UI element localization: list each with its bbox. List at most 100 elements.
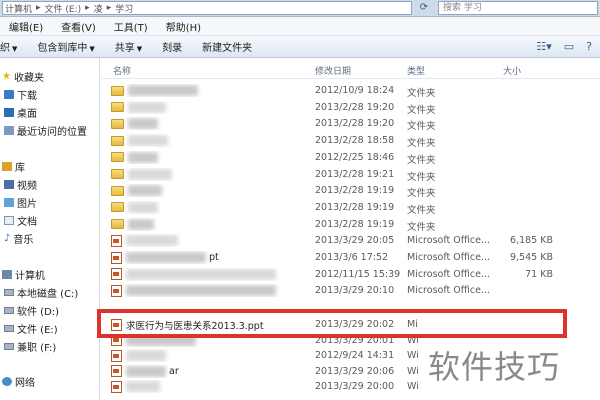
file-row[interactable]: 2012/11/15 15:39 Microsoft Office... 71 KB (101, 267, 600, 282)
nav-drive-c[interactable]: 本地磁盘 (C:) (4, 285, 78, 300)
file-date: 2013/2/28 19:20 (315, 101, 395, 113)
folder-icon (111, 102, 124, 113)
file-date: 2013/3/29 20:10 (315, 285, 395, 297)
nav-downloads[interactable]: 下载 (4, 87, 37, 102)
column-header-date[interactable]: 修改日期 (315, 64, 351, 78)
organize-button[interactable]: 织 ▼ (0, 39, 27, 54)
drive-icon (4, 324, 14, 332)
address-bar: 计算机 ▸ 文件 (E:) ▸ 凌 ▸ 学习 ⟳ 搜索 学习 (0, 0, 600, 17)
file-row[interactable]: 2013/2/28 19:19 文件夹 (101, 183, 600, 199)
nav-drive-e[interactable]: 文件 (E:) (4, 321, 58, 336)
preview-pane-icon[interactable]: ▭ (564, 40, 574, 53)
library-icon (2, 161, 12, 171)
file-icon (111, 349, 122, 362)
redacted-name (128, 135, 168, 147)
folder-icon (111, 185, 124, 196)
new-folder-button[interactable]: 新建文件夹 (192, 39, 262, 54)
file-date: 2013/2/28 18:58 (315, 135, 395, 147)
file-type: 文件夹 (407, 221, 436, 233)
file-row[interactable]: 2013/2/28 19:21 文件夹 (101, 167, 600, 183)
redacted-name (128, 151, 158, 163)
file-row[interactable]: pt 2013/3/6 17:52 Microsoft Office... 9,545… (101, 250, 600, 265)
menu-view[interactable]: 查看(V) (52, 19, 105, 34)
redacted-name (128, 101, 166, 113)
file-type: 文件夹 (407, 138, 436, 150)
file-icon (111, 268, 122, 281)
nav-favorites[interactable]: ★ 收藏夹 (2, 69, 44, 84)
nav-pictures[interactable]: 图片 (4, 195, 37, 210)
file-date: 2013/2/28 19:20 (315, 118, 395, 130)
file-date: 2013/3/29 20:06 (315, 365, 395, 377)
nav-network[interactable]: 网络 (2, 374, 35, 389)
search-input[interactable]: 搜索 学习 (438, 1, 598, 15)
nav-drive-f[interactable]: 兼职 (F:) (4, 339, 56, 354)
file-row[interactable]: 2013/2/28 19:19 文件夹 (101, 200, 600, 216)
burn-button[interactable]: 刻录 (152, 39, 192, 54)
nav-computer[interactable]: 计算机 (2, 267, 45, 282)
file-date: 2013/2/28 19:19 (315, 218, 395, 230)
column-header-name[interactable]: 名称 (113, 64, 131, 78)
file-row[interactable]: 2013/2/28 19:20 文件夹 (101, 116, 600, 132)
file-name-cell (111, 218, 306, 231)
breadcrumb-drive-e[interactable]: 文件 (E:) (45, 2, 82, 15)
file-row[interactable]: 2012/2/25 18:46 文件夹 (101, 150, 600, 166)
nav-documents[interactable]: 文档 (4, 213, 37, 228)
help-icon[interactable]: ? (586, 40, 592, 53)
desktop-icon (4, 107, 14, 117)
redacted-name (128, 185, 162, 197)
file-type: 文件夹 (407, 104, 436, 116)
redacted-name (128, 218, 154, 230)
file-date: 2012/11/15 15:39 (315, 268, 401, 280)
menu-edit[interactable]: 编辑(E) (0, 19, 52, 34)
file-size: 71 KB (525, 268, 553, 280)
file-name-cell (111, 184, 306, 197)
file-name: ar (169, 365, 179, 377)
file-type: Wi (407, 350, 419, 361)
file-row[interactable]: 2013/2/28 19:19 文件夹 (101, 217, 600, 233)
document-icon (4, 215, 14, 225)
menu-tools[interactable]: 工具(T) (105, 19, 157, 34)
breadcrumb-computer[interactable]: 计算机 (5, 2, 32, 15)
breadcrumb-folder[interactable]: 凌 (94, 2, 103, 15)
view-options-icon[interactable]: ☷▾ (536, 40, 551, 53)
folder-icon (111, 152, 124, 163)
star-icon: ★ (2, 70, 11, 82)
column-header-size[interactable]: 大小 (503, 64, 521, 78)
share-button[interactable]: 共享 ▼ (105, 39, 152, 54)
refresh-icon[interactable]: ⟳ (414, 1, 434, 15)
file-row[interactable]: 2012/10/9 18:24 文件夹 (101, 83, 600, 99)
menu-help[interactable]: 帮助(H) (157, 19, 210, 34)
file-row[interactable]: 2013/3/29 20:10 Microsoft Office... (101, 283, 600, 298)
nav-videos[interactable]: 视频 (4, 177, 37, 192)
drive-icon (4, 306, 14, 314)
file-row[interactable]: 2013/2/28 19:20 文件夹 (101, 100, 600, 116)
file-type: 文件夹 (407, 88, 436, 99)
file-name-cell (111, 117, 306, 130)
file-type: 文件夹 (407, 171, 436, 183)
file-type: Microsoft Office... (407, 268, 491, 280)
file-size: 6,185 KB (510, 235, 553, 247)
file-row[interactable]: 2013/2/28 18:58 文件夹 (101, 133, 600, 150)
nav-music[interactable]: ♪ 音乐 (4, 231, 33, 246)
file-name-cell (111, 168, 306, 181)
file-date: 2013/3/29 20:05 (315, 235, 395, 247)
nav-recent[interactable]: 最近访问的位置 (4, 123, 87, 138)
breadcrumb[interactable]: 计算机 ▸ 文件 (E:) ▸ 凌 ▸ 学习 (2, 1, 412, 15)
music-icon: ♪ (4, 232, 11, 244)
file-type: 文件夹 (407, 154, 436, 166)
file-date: 2013/2/28 19:19 (315, 201, 395, 213)
nav-desktop[interactable]: 桌面 (4, 105, 37, 120)
computer-icon (2, 269, 12, 279)
column-header-type[interactable]: 类型 (407, 64, 425, 78)
nav-library[interactable]: 库 (2, 159, 25, 174)
file-row[interactable]: 2013/3/29 20:05 Microsoft Office... 6,185 … (101, 233, 600, 248)
file-type: Microsoft Office... (407, 285, 491, 297)
include-in-library-button[interactable]: 包含到库中 ▼ (27, 39, 104, 54)
nav-drive-d[interactable]: 软件 (D:) (4, 303, 59, 318)
file-icon (111, 365, 122, 377)
breadcrumb-current[interactable]: 学习 (115, 2, 133, 15)
file-date: 2013/3/29 20:00 (315, 381, 395, 392)
file-type: 文件夹 (407, 204, 436, 216)
file-type: Wi (407, 365, 419, 377)
folder-icon (111, 169, 124, 179)
